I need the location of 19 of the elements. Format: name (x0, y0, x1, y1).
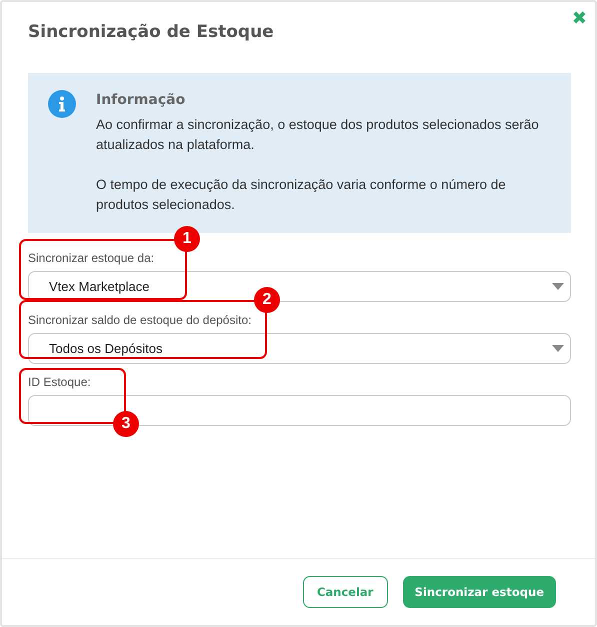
info-text: Ao confirmar a sincronização, o estoque dos produtos selecionados serão atualizados na plataforma. (96, 116, 540, 154)
select-value: Vtex Marketplace (49, 279, 150, 294)
dialog-title: Sincronização de Estoque (28, 22, 274, 42)
close-button[interactable]: ✖ (572, 10, 587, 28)
callout-number: 3 (113, 411, 139, 437)
field-label: Sincronizar saldo de estoque do depósito: (28, 313, 252, 327)
callout-number: 2 (254, 287, 280, 313)
caret-icon (552, 283, 564, 290)
field-label: ID Estoque: (28, 375, 92, 389)
select-value: Todos os Depósitos (49, 341, 162, 356)
cancel-button[interactable]: Cancelar (302, 576, 388, 608)
info-heading: Informação (96, 92, 186, 108)
info-text: O tempo de execução da sincronização varia conforme o número de produtos selecionados. (96, 176, 507, 214)
select-field[interactable]: Todos os Depósitos (28, 333, 571, 364)
sync-button[interactable]: Sincronizar estoque (402, 576, 556, 608)
caret-icon (552, 345, 564, 352)
callout-number: 1 (174, 226, 200, 252)
info-icon (48, 90, 76, 118)
field-label: Sincronizar estoque da: (28, 251, 156, 265)
